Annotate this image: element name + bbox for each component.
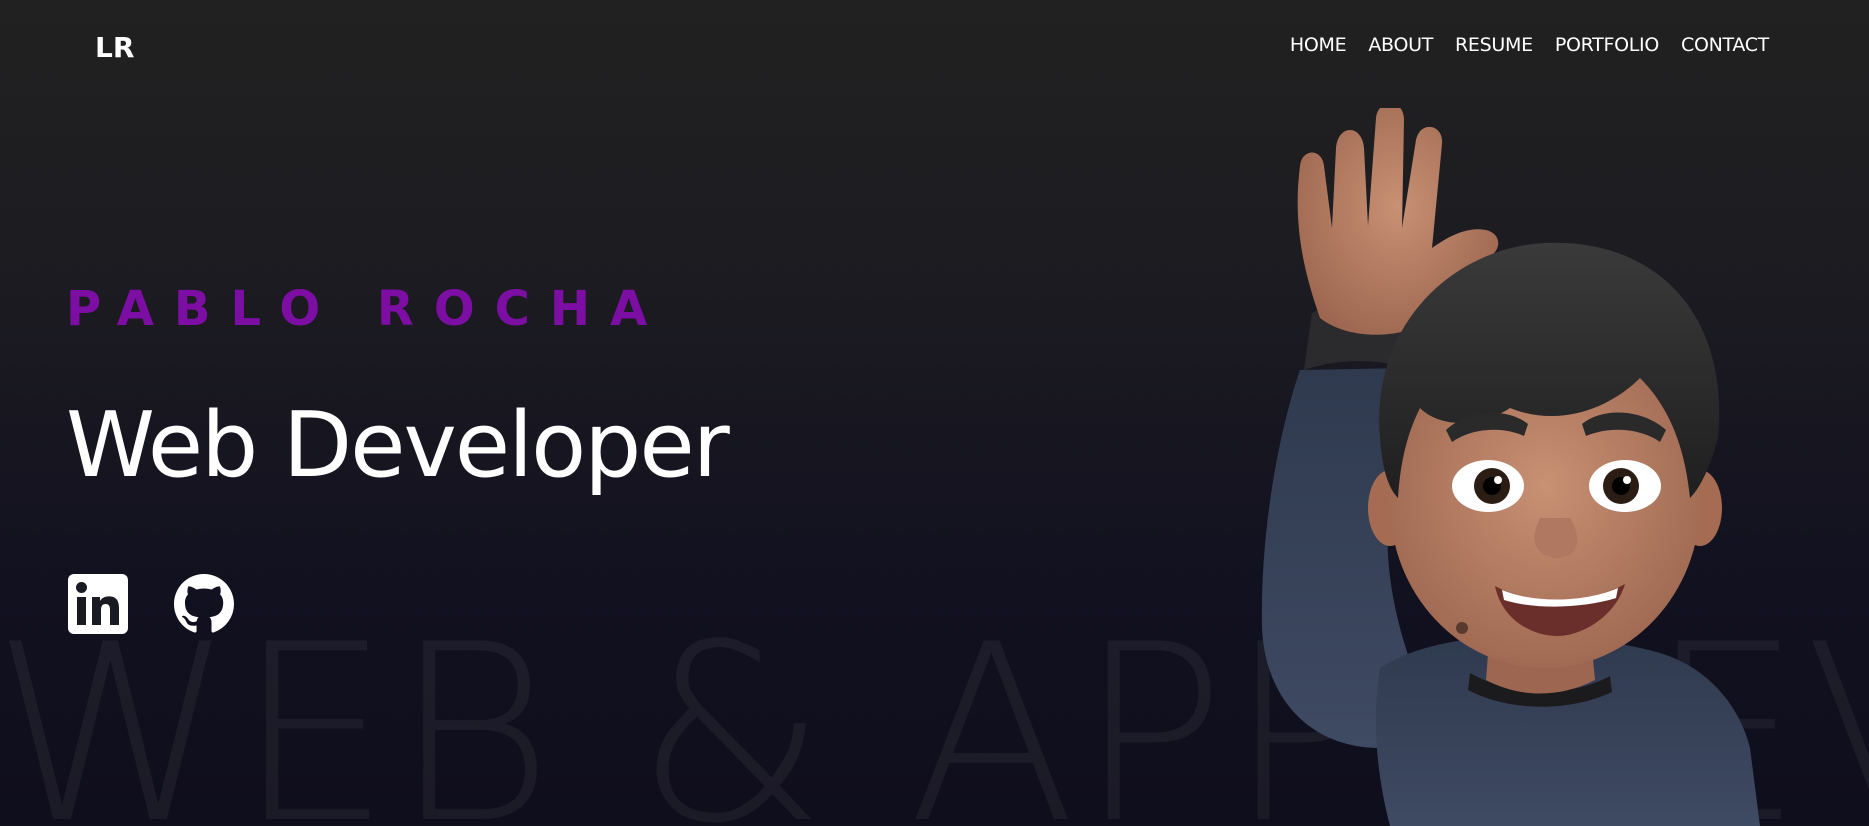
site-header: LR HOME ABOUT RESUME PORTFOLIO CONTACT [0, 0, 1869, 96]
nav-about[interactable]: ABOUT [1368, 34, 1433, 56]
hero-text: PABLO ROCHA Web Developer [66, 281, 730, 498]
linkedin-icon [68, 574, 128, 634]
social-links [68, 574, 234, 634]
hero-role: Web Developer [66, 393, 730, 498]
linkedin-link[interactable] [68, 574, 128, 634]
hero-name: PABLO ROCHA [66, 281, 668, 337]
nav-portfolio[interactable]: PORTFOLIO [1555, 34, 1659, 56]
nav-resume[interactable]: RESUME [1455, 34, 1533, 56]
github-icon [174, 574, 234, 633]
github-link[interactable] [174, 574, 234, 634]
main-nav: HOME ABOUT RESUME PORTFOLIO CONTACT [1290, 34, 1769, 56]
nav-contact[interactable]: CONTACT [1681, 34, 1769, 56]
waving-avatar-image [1261, 108, 1760, 826]
nav-home[interactable]: HOME [1290, 34, 1347, 56]
logo[interactable]: LR [95, 31, 134, 64]
